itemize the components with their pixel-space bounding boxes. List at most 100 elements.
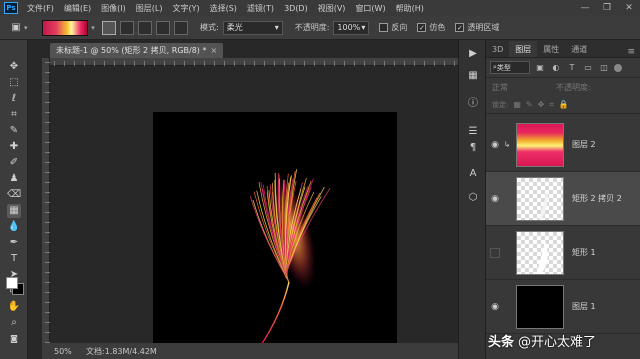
reflected-gradient-button[interactable] [156,20,170,35]
history-icon[interactable]: ▶ [467,48,479,60]
marquee-tool-icon[interactable]: ⬚ [7,76,21,90]
mode-select[interactable]: 柔光 ▾ [222,20,283,35]
gradient-editor-swatch[interactable] [42,19,88,36]
layer-name[interactable]: 图层 1 [572,301,596,312]
layer-name[interactable]: 矩形 1 [572,247,596,258]
lock-label: 锁定: [492,100,509,109]
lock-row: 锁定: ▦ ✎ ✥ ⌗ 🔒 [486,96,640,114]
blur-tool-icon[interactable]: 💧 [7,220,21,234]
menu-file[interactable]: 文件(F) [22,3,59,14]
hand-tool-icon[interactable]: ✋ [7,300,21,314]
tools-panel: ✥ ⬚ ℓ ⌗ ✎ ✚ ✐ ♟ ⌫ ▦ 💧 ✒ T ➤ ▭ ✋ ⌕ ◙ [0,40,28,359]
transparency-label: 透明区域 [467,23,500,32]
layer-thumbnail [516,230,564,275]
menu-type[interactable]: 文字(Y) [167,3,204,14]
zoom-tool-icon[interactable]: ⌕ [7,316,21,330]
mode-label: 模式: [200,23,219,32]
quick-mask-icon[interactable]: ◙ [7,332,21,346]
layer-row[interactable]: ◉ 图层 1 [486,280,640,334]
document-size[interactable]: 文档:1.83M/4.42M [86,346,157,357]
lasso-tool-icon[interactable]: ℓ [7,92,21,106]
pen-tool-icon[interactable]: ✒ [7,236,21,250]
menu-help[interactable]: 帮助(H) [391,3,429,14]
gradient-picker-chevron-icon[interactable]: ▾ [88,24,98,32]
canvas[interactable] [153,112,397,356]
layer-filter-select[interactable]: ⌕ 类型 [490,61,530,74]
menu-3d[interactable]: 3D(D) [279,4,313,13]
tab-properties[interactable]: 属性 [537,41,565,57]
lock-pixels-icon[interactable]: ▦ [513,100,521,109]
layer-name[interactable]: 图层 2 [572,139,596,150]
menu-filter[interactable]: 滤镜(T) [242,3,279,14]
paragraph-icon[interactable]: ¶ [467,142,479,154]
foreground-color-swatch[interactable] [6,277,18,289]
mode-value: 柔光 [226,23,243,32]
chevron-down-icon: ▾ [274,23,279,32]
tab-layers[interactable]: 图层 [509,41,538,57]
restore-button[interactable]: ❐ [596,3,618,13]
crop-tool-icon[interactable]: ⌗ [7,108,21,122]
dither-checkbox[interactable]: ✓ [417,23,427,32]
filter-toggle-icon[interactable] [614,63,622,72]
info-icon[interactable]: ⓘ [467,98,479,110]
type-filter-icon[interactable]: T [566,62,578,74]
eraser-tool-icon[interactable]: ⌫ [7,188,21,202]
lock-paint-icon[interactable]: ✎ [526,100,533,109]
eye-icon[interactable]: ◉ [488,194,502,204]
reverse-checkbox[interactable] [379,23,389,32]
adjustments-icon[interactable]: ☰ [467,126,479,138]
radial-gradient-button[interactable] [120,20,134,35]
menu-image[interactable]: 图像(I) [96,3,131,14]
hidden-eye-box[interactable] [490,247,500,258]
type-tool-icon[interactable]: T [7,252,21,266]
character-icon[interactable]: A [467,168,479,180]
feather-shape-preview [537,239,548,274]
close-button[interactable]: ✕ [618,3,640,13]
menu-edit[interactable]: 编辑(E) [59,3,96,14]
panel-menu-icon[interactable]: ≡ [627,47,640,57]
adjustment-filter-icon[interactable]: ◐ [550,62,562,74]
lock-artboard-icon[interactable]: ⌗ [549,100,554,110]
eye-icon[interactable]: ◉ [488,302,502,312]
opacity-input[interactable]: 100% ▾ [333,20,370,35]
transparency-checkbox[interactable]: ✓ [455,23,465,32]
lock-position-icon[interactable]: ✥ [538,100,545,109]
blend-mode-select[interactable]: 正常 [492,82,550,93]
3d-cube-icon[interactable]: ⬡ [467,192,479,204]
tab-3d[interactable]: 3D [486,41,509,57]
layer-row[interactable]: 矩形 1 [486,226,640,280]
diamond-gradient-button[interactable] [174,20,188,35]
tab-channels[interactable]: 通道 [565,41,593,57]
linear-gradient-button[interactable] [102,20,116,35]
angle-gradient-button[interactable] [138,20,152,35]
shape-filter-icon[interactable]: ▭ [582,62,594,74]
move-tool-icon[interactable]: ✥ [7,60,21,74]
healing-brush-icon[interactable]: ✚ [7,140,21,154]
horizontal-ruler[interactable] [50,58,458,66]
menu-layer[interactable]: 图层(L) [131,3,168,14]
tool-preset-picker[interactable]: ▣ ▾ [6,19,36,37]
smart-object-filter-icon[interactable]: ◫ [598,62,610,74]
menu-window[interactable]: 窗口(W) [350,3,390,14]
layer-row[interactable]: ◉ ↳ 图层 2 [486,118,640,172]
document-tab[interactable]: 未标题-1 @ 50% (矩形 2 拷贝, RGB/8) * × [50,43,224,58]
close-tab-icon[interactable]: × [210,46,217,55]
brush-tool-icon[interactable]: ✐ [7,156,21,170]
stamp-tool-icon[interactable]: ♟ [7,172,21,186]
eye-icon[interactable]: ◉ [488,140,502,150]
minimize-button[interactable]: — [574,3,596,13]
pasteboard [50,66,458,356]
swatches-icon[interactable]: ▦ [467,70,479,82]
layer-row[interactable]: ◉ 矩形 2 拷贝 2 [486,172,640,226]
menu-view[interactable]: 视图(V) [313,3,351,14]
pixel-filter-icon[interactable]: ▣ [534,62,546,74]
reverse-label: 反向 [391,23,408,32]
layer-name[interactable]: 矩形 2 拷贝 2 [572,193,622,204]
zoom-level[interactable]: 50% [42,347,72,356]
eyedropper-tool-icon[interactable]: ✎ [7,124,21,138]
lock-all-icon[interactable]: 🔒 [559,100,569,109]
status-bar: 50% 文档:1.83M/4.42M [42,343,458,359]
gradient-tool-icon[interactable]: ▦ [7,204,21,218]
menu-select[interactable]: 选择(S) [205,3,242,14]
vertical-ruler[interactable] [42,58,50,343]
